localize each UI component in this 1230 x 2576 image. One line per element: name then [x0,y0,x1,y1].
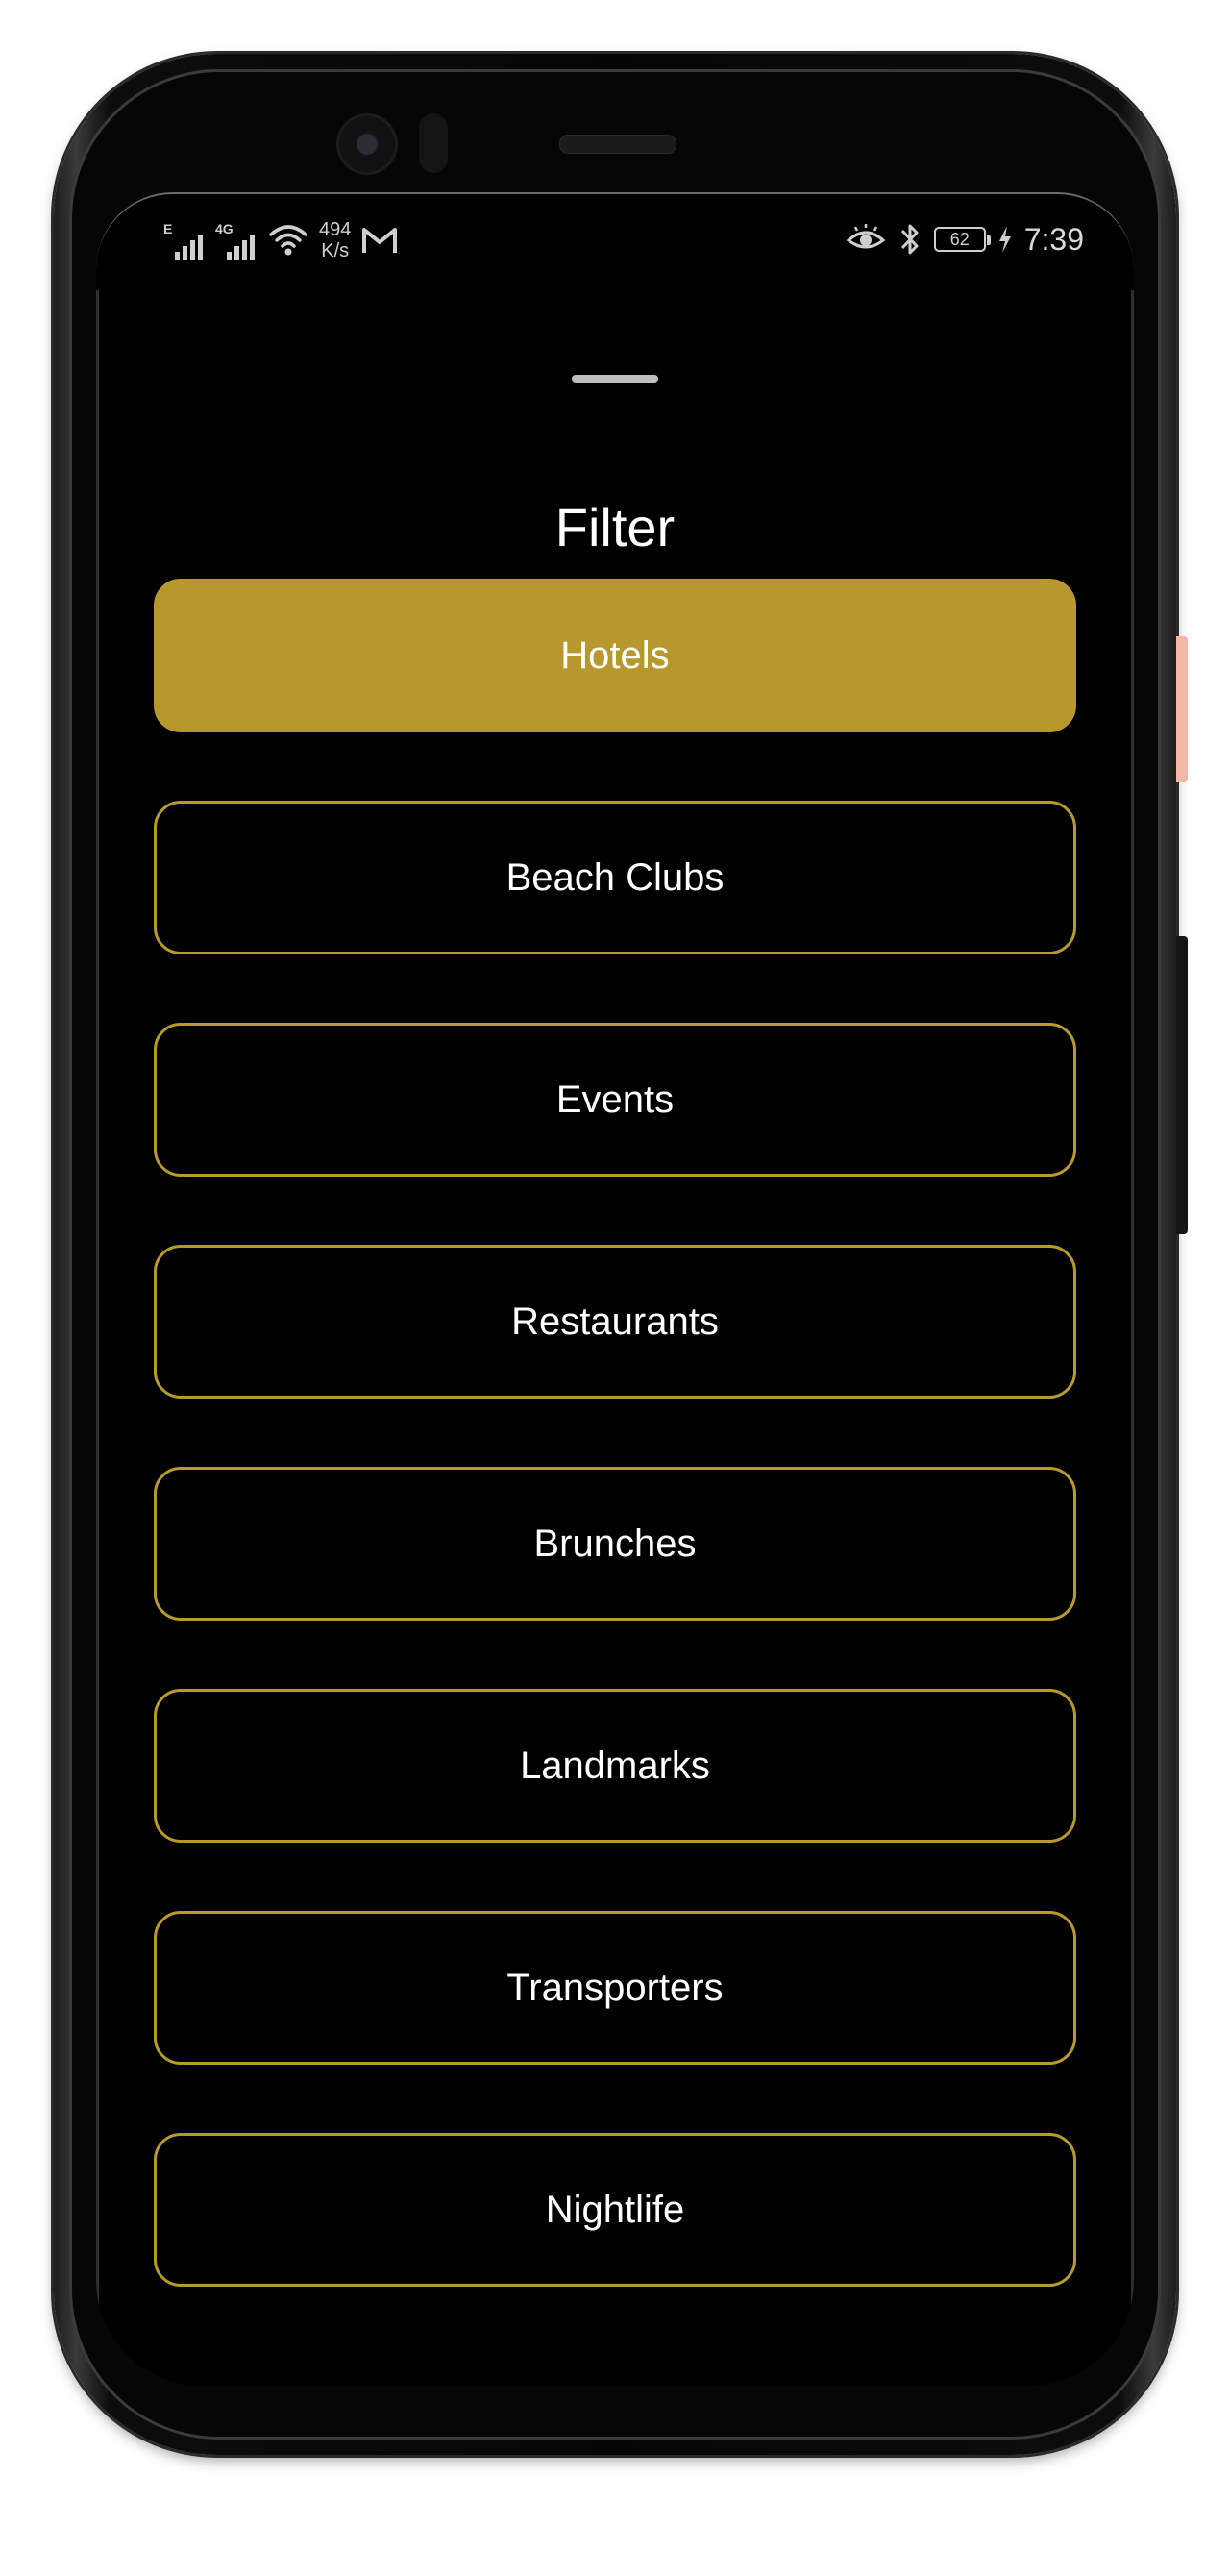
eye-comfort-icon [846,224,886,249]
screen-edge [96,290,99,2309]
status-bar-left: E 4G 494 K/s [163,217,399,263]
wifi-icon [269,225,308,256]
filter-button-landmarks[interactable]: Landmarks [154,1689,1076,1843]
power-button [1176,936,1188,1234]
status-bar-right: 62 7:39 [846,215,1084,263]
network-type-label: E [163,221,173,236]
screen: E 4G 494 K/s 62 7:39 Filter Hotels Beach… [96,192,1134,2386]
clock: 7:39 [1023,221,1084,257]
filter-button-nightlife[interactable]: Nightlife [154,2133,1076,2287]
filter-button-events[interactable]: Events [154,1023,1076,1177]
battery-level: 62 [949,230,970,249]
network-speed-unit: K/s [321,240,350,261]
network-speed-value: 494 [319,219,352,240]
battery-icon: 62 [933,227,991,252]
filter-button-brunches[interactable]: Brunches [154,1467,1076,1621]
front-camera [336,113,398,175]
screen-edge [1131,290,1134,2309]
filter-button-hotels[interactable]: Hotels [154,579,1076,732]
cellular-signal-icon: 4G [215,221,258,260]
filter-button-beach-clubs[interactable]: Beach Clubs [154,801,1076,954]
status-bar: E 4G 494 K/s 62 7:39 [96,211,1134,269]
drag-handle[interactable] [572,375,658,383]
cellular-signal-icon: E [163,221,206,260]
proximity-sensor [419,113,448,173]
volume-button [1176,636,1188,782]
earpiece-speaker [559,135,676,154]
bluetooth-icon [900,224,919,255]
sheet-title: Filter [554,497,676,557]
gmail-icon [362,228,398,253]
filter-button-transporters[interactable]: Transporters [154,1911,1076,2065]
network-speed: 494 K/s [319,219,351,261]
charging-icon [998,226,1011,253]
filter-button-restaurants[interactable]: Restaurants [154,1245,1076,1399]
